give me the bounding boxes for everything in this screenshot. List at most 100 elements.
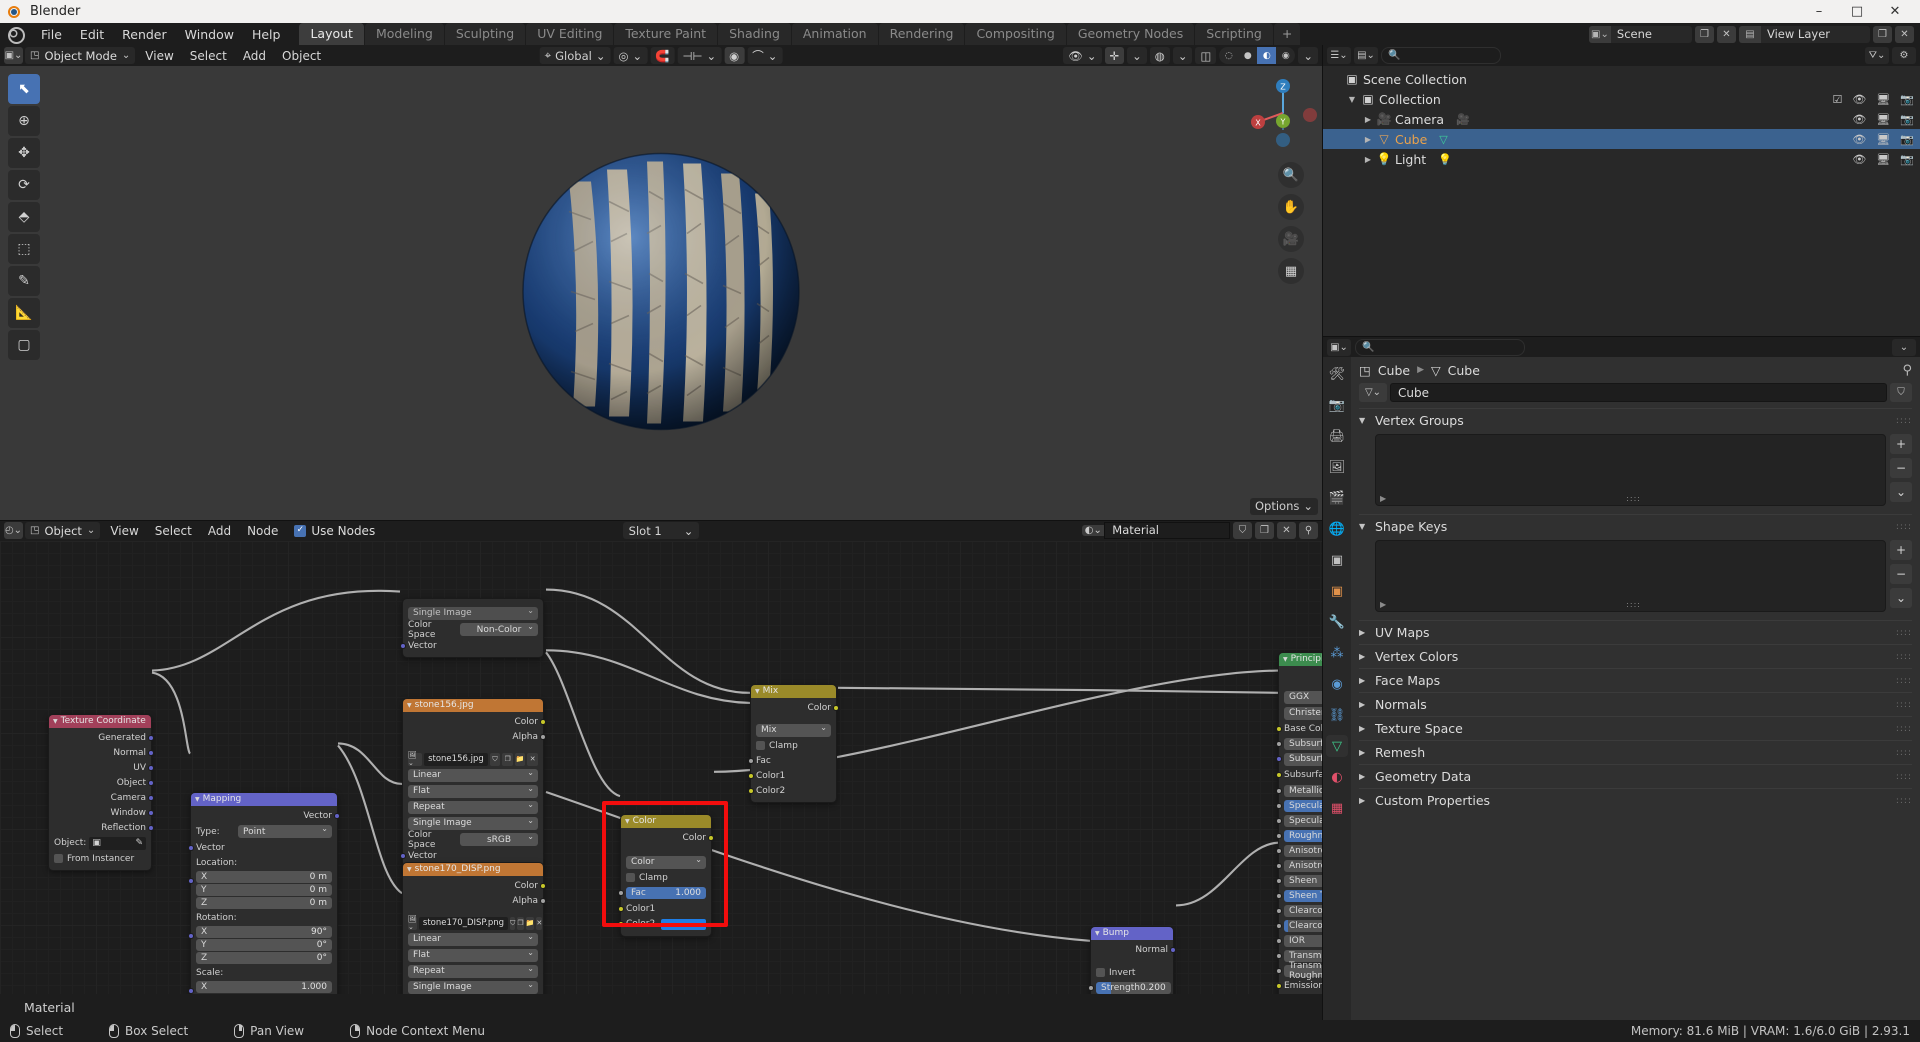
socket-vector-in[interactable]	[400, 852, 406, 859]
fake-user-shield-icon[interactable]: ⛉	[1890, 383, 1912, 402]
subsurface-color-row[interactable]: Subsurface Colo	[1276, 769, 1322, 782]
socket-emission[interactable]	[1276, 983, 1282, 989]
source-dropdown[interactable]: Single Image	[408, 980, 538, 994]
material-preview-shading-button[interactable]: ◐	[1257, 47, 1277, 64]
outliner-row-object-camera[interactable]: ▶ 🎥 Camera 🎥 👁 🖥 📷	[1323, 109, 1920, 129]
socket-transmission-roughness[interactable]	[1276, 967, 1282, 974]
perspective-toggle-icon[interactable]: ▦	[1278, 258, 1304, 284]
param-row[interactable]: Roughness0.500	[1276, 829, 1322, 842]
workspace-tab-layout[interactable]: Layout	[299, 23, 364, 45]
add-workspace-button[interactable]: +	[1273, 23, 1301, 45]
snap-pivot-selector[interactable]: ◎ ⌄	[613, 47, 648, 64]
param-row[interactable]: Anisotropic0.000	[1276, 844, 1322, 857]
socket-sheen[interactable]	[1276, 877, 1282, 884]
node-menu-add[interactable]: Add	[200, 522, 239, 540]
panel-grip-icon[interactable]: ::::	[1896, 416, 1912, 426]
socket-color-out[interactable]	[833, 704, 839, 711]
mesh-data-icon[interactable]: ▽	[1439, 133, 1447, 146]
panel-grip-icon[interactable]: ::::	[1896, 522, 1912, 532]
blend-mode-dropdown[interactable]: Mix	[756, 723, 831, 737]
node-header[interactable]: ▼ Bump	[1091, 926, 1173, 940]
source-dropdown[interactable]: Single Image	[408, 816, 538, 830]
disable-in-renders-icon[interactable]: 📷	[1900, 153, 1914, 166]
panel-twisty-icon[interactable]: ▶	[1359, 700, 1368, 709]
select-box-tool[interactable]: ⬉	[8, 74, 40, 104]
close-button[interactable]: ✕	[1876, 0, 1914, 23]
tab-physics[interactable]: ◉	[1326, 673, 1348, 695]
visibility-selector[interactable]: 👁 ⌄	[1063, 47, 1102, 64]
mix-rgb-node-upper[interactable]: ▼MixColorMixClampFacColor1Color2	[748, 683, 839, 803]
param-row[interactable]: Metallic0.000	[1276, 784, 1322, 797]
remove-item-button[interactable]: −	[1890, 564, 1912, 584]
add-cube-tool[interactable]: ▢	[8, 330, 40, 360]
light-data-icon[interactable]: 💡	[1438, 153, 1452, 166]
param-field[interactable]: Roughness0.500	[1284, 829, 1322, 842]
socket-vector-in[interactable]	[188, 844, 194, 851]
editor-type-button-nodes[interactable]: ◴⌄	[4, 522, 23, 539]
projection-dropdown[interactable]: Flat	[408, 784, 538, 798]
add-item-button[interactable]: +	[1890, 434, 1912, 454]
viewport-menu-object[interactable]: Object	[274, 47, 329, 65]
socket-roughness[interactable]	[1276, 832, 1282, 839]
image-name[interactable]: stone170_DISP.png	[418, 916, 509, 930]
tab-collection[interactable]: ▣	[1326, 549, 1348, 571]
tab-output[interactable]: 🖨	[1326, 425, 1348, 447]
param-row[interactable]: Specular Tint0.000	[1276, 814, 1322, 827]
socket-anisotropic[interactable]	[1276, 847, 1282, 854]
subsurface-radius-row[interactable]: Subsurface Radius	[1276, 752, 1322, 766]
tab-particles[interactable]: ⁂	[1326, 642, 1348, 664]
scene-selector[interactable]: ▣⌄ Scene	[1588, 25, 1692, 43]
disclosure-triangle-icon[interactable]: ▶	[1361, 115, 1375, 124]
panel-grip-icon[interactable]: ::::	[1896, 628, 1912, 638]
node-canvas[interactable]: ▼ Texture Coordinate Generated Normal UV Obje…	[0, 540, 1322, 994]
proportional-edit-toggle[interactable]: ◉	[724, 47, 745, 64]
list-area[interactable]: ▶::::	[1375, 434, 1886, 506]
socket-scale[interactable]	[188, 987, 194, 994]
image-texture-node-top[interactable]: ▼ stone156.jpg Color Alpha 🖼⌄ stone156.jpg ⛉ ❐ 📁…	[400, 697, 546, 868]
annotate-tool[interactable]: ✎	[8, 266, 40, 296]
socket-subsurface-radius[interactable]	[1276, 756, 1282, 762]
distribution-dropdown[interactable]: GGX	[1284, 690, 1322, 704]
workspace-tab-geometry-nodes[interactable]: Geometry Nodes	[1066, 23, 1195, 45]
node-header[interactable]: ▼ Mapping	[191, 792, 337, 806]
properties-search-field[interactable]	[1379, 341, 1518, 353]
panel-twisty-icon[interactable]: ▶	[1359, 652, 1368, 661]
disclosure-triangle-icon[interactable]: ▶	[1361, 155, 1375, 164]
workspace-tab-animation[interactable]: Animation	[791, 23, 878, 45]
hide-in-viewport-icon[interactable]: 👁	[1852, 93, 1866, 106]
panel-header-geometry-data[interactable]: ▶ Geometry Data::::	[1359, 765, 1912, 788]
panel-twisty-icon[interactable]: ▶	[1359, 796, 1368, 805]
image-icon[interactable]: 🖼⌄	[408, 751, 423, 767]
mesh-data-icon[interactable]: ▽⌄	[1359, 383, 1387, 402]
tab-object[interactable]: ▣	[1326, 580, 1348, 602]
panel-header-normals[interactable]: ▶ Normals::::	[1359, 693, 1912, 716]
subsurface-radius-dropdown[interactable]: Subsurface Radius	[1284, 752, 1322, 766]
panel-header-custom-properties[interactable]: ▶ Custom Properties::::	[1359, 789, 1912, 812]
socket-vector-in[interactable]	[400, 642, 406, 649]
scale-tool[interactable]: ⬘	[8, 202, 40, 232]
panel-header-shape-keys[interactable]: ▼ Shape Keys::::	[1359, 515, 1912, 538]
texture-coordinate-node[interactable]: ▼ Texture Coordinate Generated Normal UV Obje…	[48, 713, 154, 871]
blender-menu-icon[interactable]	[4, 25, 26, 44]
panel-twisty-icon[interactable]: ▼	[1359, 416, 1368, 425]
outliner-search-field[interactable]	[1404, 50, 1530, 61]
socket-ior[interactable]	[1276, 937, 1282, 944]
open-image-icon[interactable]: 📁	[514, 752, 526, 766]
rotate-tool[interactable]: ⟳	[8, 170, 40, 200]
tab-texture[interactable]: ▦	[1326, 797, 1348, 819]
param-field[interactable]: Anisotropic Rotation0.000	[1284, 859, 1322, 872]
socket-metallic[interactable]	[1276, 787, 1282, 794]
workspace-tab-compositing[interactable]: Compositing	[965, 23, 1066, 45]
socket-normal-out[interactable]	[1170, 946, 1176, 953]
list-grip-icon[interactable]: ::::	[1626, 494, 1641, 503]
disclosure-triangle-icon[interactable]: ▼	[1345, 95, 1359, 104]
copy-image-icon[interactable]: ❐	[517, 916, 524, 930]
disclosure-triangle-icon[interactable]: ▶	[1361, 135, 1375, 144]
open-image-icon[interactable]: 📁	[525, 916, 535, 930]
fac-slider[interactable]: Fac 1.000	[626, 887, 706, 899]
gizmo-toggle[interactable]: ✛	[1104, 47, 1125, 64]
list-area[interactable]: ▶::::	[1375, 540, 1886, 612]
outliner-options-icon[interactable]: ⚙	[1892, 47, 1916, 64]
copy-material-button[interactable]: ❐	[1255, 522, 1274, 539]
tab-world[interactable]: 🌐	[1326, 518, 1348, 540]
